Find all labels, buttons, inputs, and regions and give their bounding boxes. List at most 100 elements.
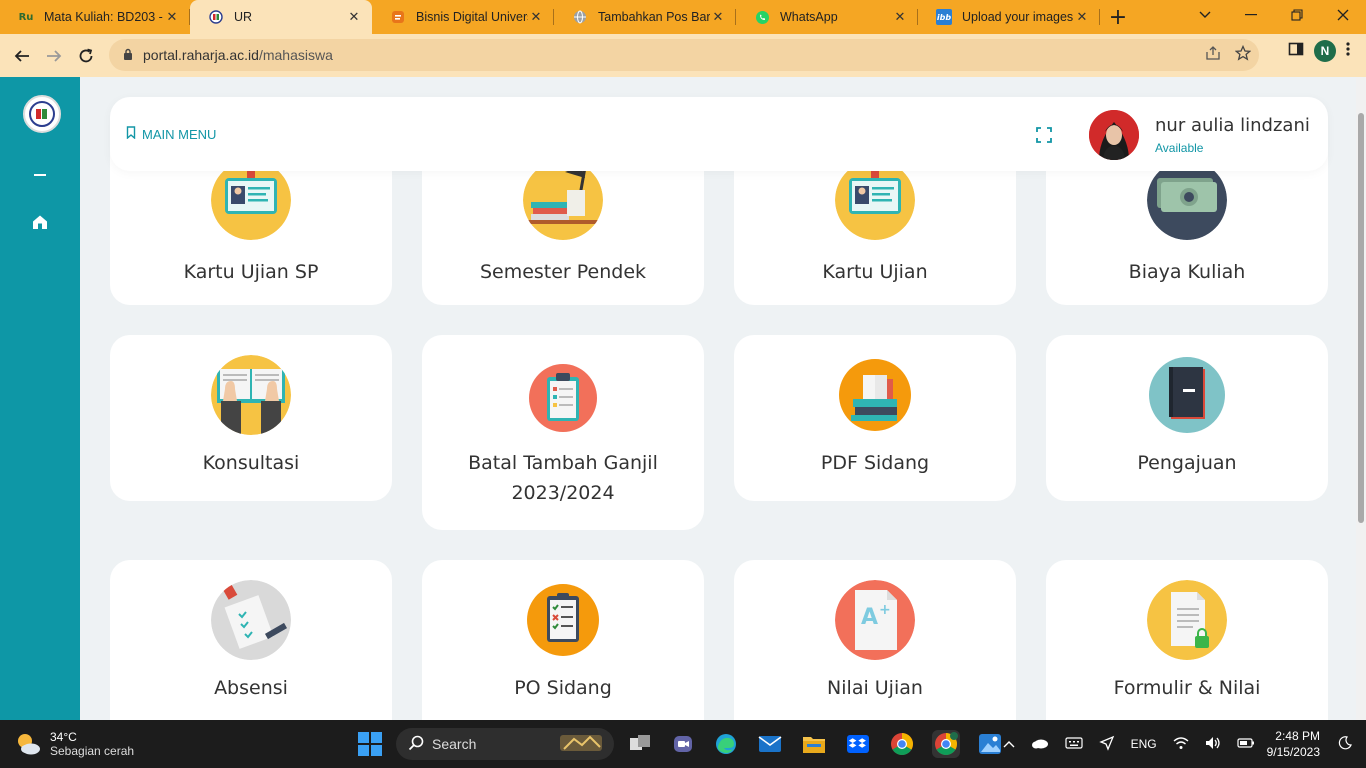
url-path: /mahasiswa xyxy=(258,47,333,63)
menu-card-absensi[interactable]: Absensi xyxy=(110,560,392,720)
globe-icon xyxy=(572,9,588,25)
edge-browser-icon[interactable] xyxy=(712,730,740,758)
side-panel-icon[interactable] xyxy=(1288,41,1304,61)
new-tab-button[interactable]: + xyxy=(1100,0,1136,34)
close-icon[interactable]: ✕ xyxy=(710,9,726,25)
chevron-up-icon[interactable] xyxy=(1003,737,1015,751)
chrome-icon[interactable] xyxy=(888,730,916,758)
menu-card-label: Batal Tambah Ganjil 2023/2024 xyxy=(468,452,658,504)
ibb-icon: ibb xyxy=(936,9,952,25)
profile-avatar[interactable]: N xyxy=(1314,40,1336,62)
menu-card-label: Nilai Ujian xyxy=(827,677,923,699)
svg-text:+: + xyxy=(879,602,891,618)
chrome-profile-icon[interactable] xyxy=(932,730,960,758)
address-bar[interactable]: portal.raharja.ac.id/mahasiswa xyxy=(109,39,1259,71)
wifi-icon[interactable] xyxy=(1173,736,1189,753)
browser-tab-strip: Ru Mata Kuliah: BD203 - E ✕ UR ✕ Bisnis … xyxy=(0,0,1366,34)
restore-icon[interactable] xyxy=(1274,0,1320,30)
menu-card-label: PDF Sidang xyxy=(820,452,930,474)
whatsapp-icon xyxy=(754,9,770,25)
volume-icon[interactable] xyxy=(1205,736,1221,753)
menu-card-formulir-nilai[interactable]: Formulir & Nilai xyxy=(1046,560,1328,720)
main-menu-link[interactable]: MAIN MENU xyxy=(126,126,216,142)
fullscreen-icon[interactable] xyxy=(1036,127,1052,143)
menu-card-nilai-ujian[interactable]: A + Nilai Ujian xyxy=(734,560,1016,720)
onedrive-cloud-icon[interactable] xyxy=(1031,737,1049,752)
dropbox-icon[interactable] xyxy=(844,730,872,758)
study-lamp-icon xyxy=(523,160,603,240)
tab-title: Upload your images xyxy=(962,10,1074,24)
keyboard-icon[interactable] xyxy=(1064,736,1083,752)
close-icon[interactable]: ✕ xyxy=(1074,9,1090,25)
tab-whatsapp[interactable]: WhatsApp ✕ xyxy=(736,0,918,34)
battery-icon[interactable] xyxy=(1237,737,1255,752)
do-not-disturb-icon[interactable] xyxy=(1338,735,1352,753)
tab-search-chevron-icon[interactable] xyxy=(1182,0,1228,30)
menu-card-konsultasi[interactable]: Konsultasi xyxy=(110,335,392,501)
close-icon[interactable]: ✕ xyxy=(346,9,362,25)
tab-mata-kuliah[interactable]: Ru Mata Kuliah: BD203 - E ✕ xyxy=(0,0,190,34)
taskbar-search[interactable]: Search xyxy=(396,728,614,760)
menu-card-pengajuan[interactable]: Pengajuan xyxy=(1046,335,1328,501)
teams-chat-icon[interactable] xyxy=(669,730,697,758)
menu-card-po-sidang[interactable]: PO Sidang xyxy=(422,560,704,720)
task-view-icon[interactable] xyxy=(626,730,654,758)
portal-page: MAIN MENU nur aulia lindzani Available K… xyxy=(0,77,1366,720)
blogger-icon xyxy=(390,9,406,25)
tab-title: Mata Kuliah: BD203 - E xyxy=(44,10,164,24)
menu-card-label: Kartu Ujian xyxy=(822,261,928,283)
clock-time: 2:48 PM xyxy=(1275,729,1320,743)
close-icon[interactable]: ✕ xyxy=(164,9,180,25)
mail-icon[interactable] xyxy=(756,730,784,758)
kebab-menu-icon[interactable] xyxy=(1346,41,1350,61)
page-scrollbar[interactable] xyxy=(1356,77,1366,720)
taskbar-clock[interactable]: 2:48 PM 9/15/2023 xyxy=(1267,728,1320,760)
user-name: nur aulia lindzani xyxy=(1155,115,1310,136)
lock-icon xyxy=(123,48,133,63)
system-tray: ENG 2:48 PM 9/15/2023 xyxy=(995,720,1366,768)
menu-card-batal-tambah-ganjil[interactable]: Batal Tambah Ganjil 2023/2024 xyxy=(422,335,704,530)
forward-arrow-icon[interactable] xyxy=(38,40,70,72)
main-menu-label: MAIN MENU xyxy=(142,126,217,142)
tab-ur[interactable]: UR ✕ xyxy=(190,0,372,34)
language-indicator[interactable]: ENG xyxy=(1131,737,1157,751)
url-text: portal.raharja.ac.id/mahasiswa xyxy=(143,47,333,63)
back-arrow-icon[interactable] xyxy=(6,40,38,72)
id-card-icon xyxy=(835,160,915,240)
close-icon[interactable]: ✕ xyxy=(892,9,908,25)
weather-widget[interactable]: 34°C Sebagian cerah xyxy=(14,730,134,758)
tab-upload-images[interactable]: ibb Upload your images ✕ xyxy=(918,0,1100,34)
scrollbar-thumb[interactable] xyxy=(1358,113,1364,523)
tab-tambahkan-pos[interactable]: Tambahkan Pos Baru ✕ xyxy=(554,0,736,34)
user-avatar[interactable] xyxy=(1089,110,1139,160)
home-icon[interactable] xyxy=(31,213,49,231)
menu-card-pdf-sidang[interactable]: PDF Sidang xyxy=(734,335,1016,501)
bookmark-star-icon[interactable] xyxy=(1234,44,1252,65)
collapse-menu-icon[interactable] xyxy=(34,174,46,176)
temperature-text: 34°C xyxy=(50,730,77,744)
windows-start-icon[interactable] xyxy=(358,732,382,756)
file-explorer-icon[interactable] xyxy=(800,730,828,758)
partly-sunny-icon xyxy=(14,730,42,758)
share-icon[interactable] xyxy=(1205,45,1221,65)
location-icon[interactable] xyxy=(1098,735,1115,754)
minimize-icon[interactable] xyxy=(1228,0,1274,30)
search-label: Search xyxy=(432,736,477,752)
bookmark-icon xyxy=(126,126,136,142)
menu-card-label: Pengajuan xyxy=(1137,452,1237,474)
menu-card-label: Biaya Kuliah xyxy=(1128,261,1246,283)
tab-title: Bisnis Digital Universit xyxy=(416,10,528,24)
moodle-icon: Ru xyxy=(18,11,34,23)
tab-bisnis-digital[interactable]: Bisnis Digital Universit ✕ xyxy=(372,0,554,34)
notebook-icon xyxy=(1147,355,1227,435)
close-window-icon[interactable] xyxy=(1320,0,1366,30)
university-logo[interactable] xyxy=(23,95,61,133)
locked-document-icon xyxy=(1147,580,1227,660)
reload-icon[interactable] xyxy=(70,40,102,72)
clock-date: 9/15/2023 xyxy=(1266,745,1320,759)
menu-card-label: Absensi xyxy=(214,677,288,699)
money-icon xyxy=(1147,160,1227,240)
windows-taskbar: 34°C Sebagian cerah Search ENG 2:48 PM 9… xyxy=(0,720,1366,768)
tab-title: Tambahkan Pos Baru xyxy=(598,10,710,24)
close-icon[interactable]: ✕ xyxy=(528,9,544,25)
